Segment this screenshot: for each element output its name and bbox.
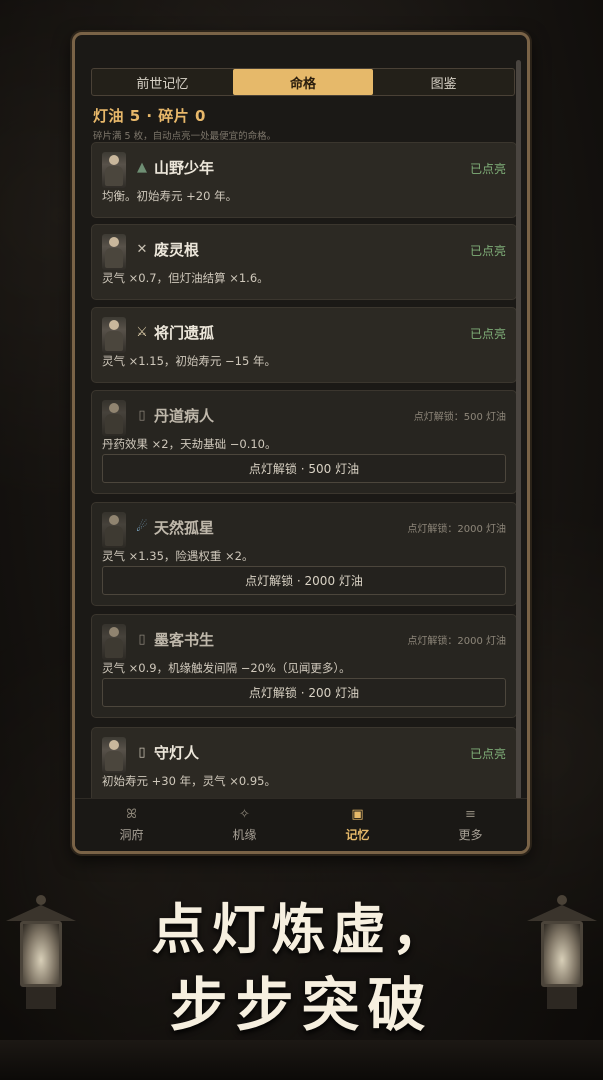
scroll-icon: ▣ (351, 807, 364, 822)
placeholder-icon: ▯ (138, 632, 146, 647)
crossed-swords-icon: ⚔ (136, 325, 148, 340)
nav-label: 记忆 (345, 828, 370, 842)
destiny-list: ▲ 山野少年 已点亮 均衡。初始寿元 +20 年。 ✕ 废灵根 已点亮 灵气 ×0.… (91, 142, 517, 802)
nav-label: 更多 (458, 828, 483, 842)
character-portrait (102, 624, 126, 660)
menu-icon: ≡ (465, 807, 476, 822)
destiny-card-5: ▯ 墨客书生 点灯解锁：2000 灯油 灵气 ×0.9，机缘触发间隔 −20%（见… (91, 614, 517, 718)
card-title: ☄ 天然孤星 (134, 517, 214, 538)
card-description: 均衡。初始寿元 +20 年。 (102, 189, 238, 203)
placeholder-icon: ▯ (138, 408, 146, 423)
status-badge: 已点亮 (469, 162, 506, 176)
candle-icon: ꕤ (126, 807, 137, 822)
unlock-button[interactable]: 点灯解锁 · 2000 灯油 (102, 566, 506, 595)
status-badge: 已点亮 (469, 244, 506, 258)
card-description: 初始寿元 +30 年，灵气 ×0.95。 (102, 774, 276, 788)
card-description: 丹药效果 ×2，天劫基础 −0.10。 (102, 437, 277, 451)
destiny-card-3: ▯ 丹道病人 点灯解锁：500 灯油 丹药效果 ×2，天劫基础 −0.10。 点灯… (91, 390, 517, 494)
card-title: ▯ 丹道病人 (134, 405, 214, 426)
tab-bar: 前世记忆 命格 图鉴 (91, 68, 515, 96)
card-description: 灵气 ×0.9，机缘触发间隔 −20%（见闻更多）。 (102, 661, 351, 675)
card-title: ⚔ 将门遗孤 (134, 322, 214, 343)
nav-more[interactable]: ≡ 更多 (414, 799, 527, 851)
slogan-line-1: 点灯炼虚， (151, 897, 452, 961)
character-portrait (102, 234, 126, 270)
bottom-nav: ꕤ 洞府 ✧ 机缘 ▣ 记忆 ≡ 更多 (75, 798, 527, 851)
card-name: 废灵根 (154, 241, 200, 259)
card-title: ✕ 废灵根 (134, 239, 199, 260)
destiny-card-0[interactable]: ▲ 山野少年 已点亮 均衡。初始寿元 +20 年。 (91, 142, 517, 218)
tab-past-memory[interactable]: 前世记忆 (92, 69, 233, 95)
card-description: 灵气 ×0.7，但灯油结算 ×1.6。 (102, 271, 269, 285)
character-portrait (102, 737, 126, 773)
unlock-cost-label: 点灯解锁：2000 灯油 (407, 636, 506, 647)
comet-icon: ☄ (136, 520, 148, 535)
card-title: ▯ 守灯人 (134, 742, 199, 763)
destiny-card-2[interactable]: ⚔ 将门遗孤 已点亮 灵气 ×1.15，初始寿元 −15 年。 (91, 307, 517, 383)
unlock-button[interactable]: 点灯解锁 · 500 灯油 (102, 454, 506, 483)
destiny-card-1[interactable]: ✕ 废灵根 已点亮 灵气 ×0.7，但灯油结算 ×1.6。 (91, 224, 517, 300)
main-panel: 前世记忆 命格 图鉴 灯油 5 · 碎片 0 碎片满 5 枚，自动点亮一处最便宜… (72, 32, 530, 854)
floor (0, 1040, 603, 1080)
card-title: ▲ 山野少年 (134, 157, 214, 178)
tab-codex[interactable]: 图鉴 (373, 69, 514, 95)
nav-cave[interactable]: ꕤ 洞府 (75, 799, 188, 851)
character-portrait (102, 400, 126, 436)
sparkle-icon: ✧ (239, 807, 250, 822)
mountain-icon: ▲ (137, 160, 147, 175)
tab-destiny[interactable]: 命格 (232, 69, 374, 95)
unlock-cost-label: 点灯解锁：500 灯油 (413, 412, 506, 423)
card-description: 灵气 ×1.15，初始寿元 −15 年。 (102, 354, 276, 368)
nav-memory[interactable]: ▣ 记忆 (301, 799, 414, 851)
resource-counter: 灯油 5 · 碎片 0 (93, 107, 206, 125)
character-portrait (102, 152, 126, 188)
scrollbar[interactable] (516, 60, 521, 800)
card-name: 墨客书生 (154, 631, 215, 649)
card-name: 天然孤星 (154, 519, 215, 537)
status-badge: 已点亮 (469, 327, 506, 341)
status-badge: 已点亮 (469, 747, 506, 761)
unlock-button[interactable]: 点灯解锁 · 200 灯油 (102, 678, 506, 707)
hint-text: 碎片满 5 枚，自动点亮一处最便宜的命格。 (93, 131, 277, 142)
card-name: 山野少年 (154, 159, 215, 177)
nav-label: 洞府 (119, 828, 144, 842)
character-portrait (102, 317, 126, 353)
card-title: ▯ 墨客书生 (134, 629, 214, 650)
cross-icon: ✕ (136, 242, 148, 257)
card-name: 守灯人 (154, 744, 200, 762)
unlock-cost-label: 点灯解锁：2000 灯油 (407, 524, 506, 535)
placeholder-icon: ▯ (138, 745, 146, 760)
destiny-card-6[interactable]: ▯ 守灯人 已点亮 初始寿元 +30 年，灵气 ×0.95。 (91, 727, 517, 802)
nav-fortune[interactable]: ✧ 机缘 (188, 799, 301, 851)
nav-label: 机缘 (232, 828, 257, 842)
card-name: 将门遗孤 (154, 324, 215, 342)
slogan-line-2: 步步突破 (169, 971, 434, 1039)
character-portrait (102, 512, 126, 548)
card-description: 灵气 ×1.35，险遇权重 ×2。 (102, 549, 254, 563)
card-name: 丹道病人 (154, 407, 215, 425)
destiny-card-4: ☄ 天然孤星 点灯解锁：2000 灯油 灵气 ×1.35，险遇权重 ×2。 点灯解… (91, 502, 517, 606)
